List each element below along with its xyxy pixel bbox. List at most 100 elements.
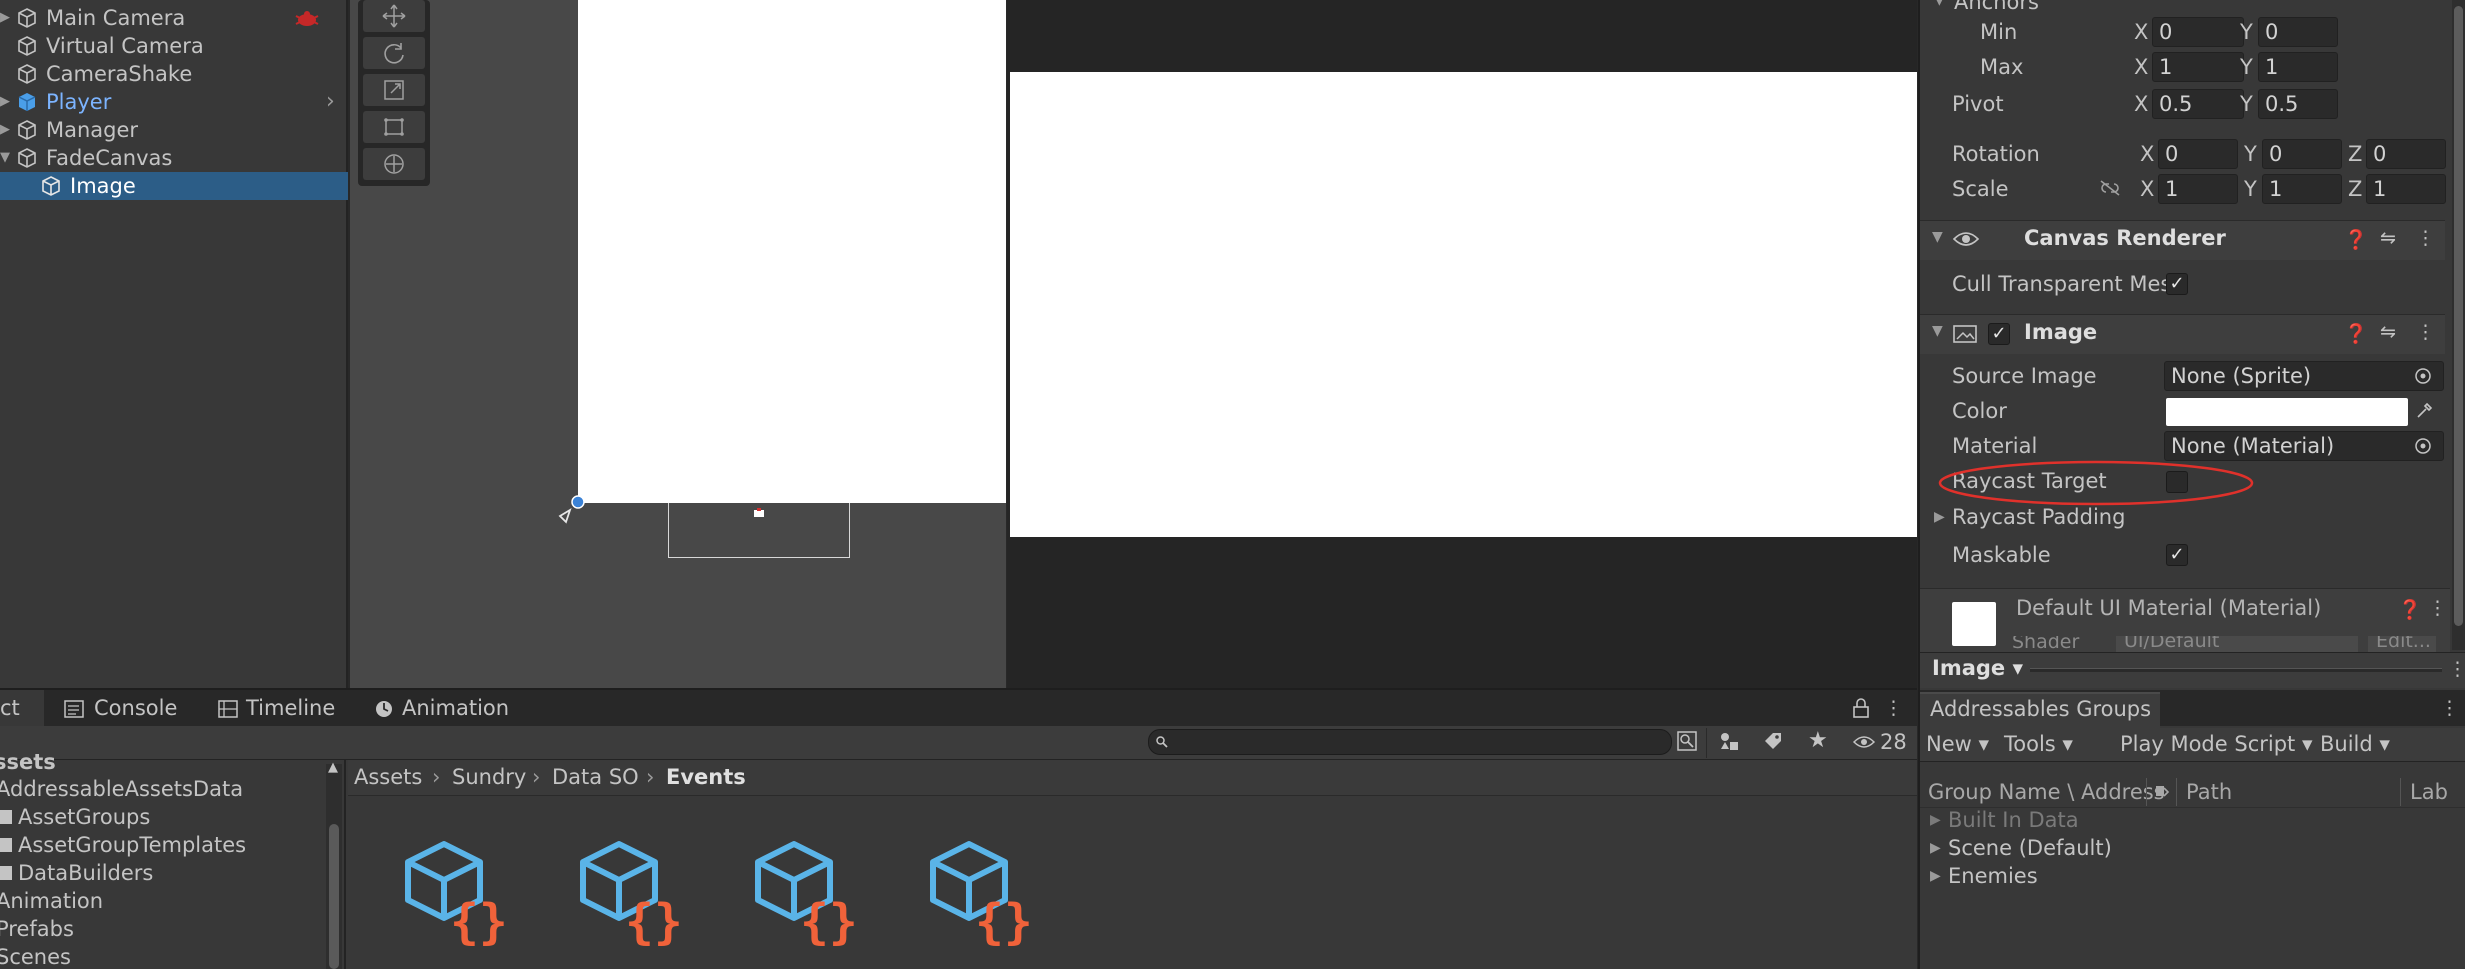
pivot-x-field[interactable]: 0.5 (2152, 89, 2244, 119)
tree-item-data-builders[interactable]: DataBuilders (18, 861, 153, 885)
lock-icon[interactable] (1852, 698, 1870, 718)
more-options-icon[interactable]: ⋮ (2440, 697, 2459, 719)
anchors-foldout-icon[interactable]: ▼ (1934, 0, 1945, 8)
rect-tool-button[interactable] (363, 111, 425, 143)
hierarchy-item-player[interactable]: ▶ Player › (0, 88, 348, 116)
tab-console[interactable]: Console (94, 690, 177, 726)
help-icon[interactable]: ❓ (2344, 228, 2368, 251)
pivot-handle-icon[interactable] (556, 492, 588, 524)
more-options-icon[interactable]: ⋮ (2448, 658, 2465, 680)
object-picker-icon[interactable] (2414, 437, 2432, 455)
preview-resize-handle[interactable] (2030, 668, 2442, 672)
hierarchy-item-manager[interactable]: ▶ Manager (0, 116, 348, 144)
breadcrumb-sundry[interactable]: Sundry (452, 765, 526, 789)
group-enemies[interactable]: Enemies (1948, 864, 2038, 888)
help-icon[interactable]: ❓ (2398, 598, 2422, 621)
color-swatch[interactable] (2166, 398, 2408, 426)
tab-timeline[interactable]: Timeline (246, 690, 335, 726)
tools-dropdown[interactable]: Tools ▾ (2004, 732, 2073, 756)
preview-dropdown[interactable]: Image ▾ (1932, 656, 2023, 680)
pivot-y-field[interactable]: 0.5 (2258, 89, 2338, 119)
scriptable-object-asset-icon[interactable]: {} (925, 838, 1037, 948)
more-options-icon[interactable]: ⋮ (1884, 697, 1903, 719)
scriptable-object-asset-icon[interactable]: {} (400, 838, 512, 948)
search-by-type-icon[interactable] (1676, 730, 1698, 752)
favorites-star-icon[interactable]: ★ (1808, 728, 1828, 753)
expand-arrow-icon[interactable]: ▶ (1930, 840, 1941, 856)
move-tool-button[interactable] (363, 0, 425, 32)
tree-item-prefabs[interactable]: Prefabs (0, 917, 74, 941)
presets-icon[interactable]: ⇋ (2380, 227, 2396, 249)
anchor-max-y-field[interactable]: 1 (2258, 52, 2338, 82)
help-icon[interactable]: ❓ (2344, 322, 2368, 345)
cull-transparent-checkbox[interactable]: ✓ (2166, 273, 2188, 295)
tab-project[interactable]: ct (0, 690, 20, 726)
hierarchy-item-main-camera[interactable]: ▶ Main Camera (0, 4, 348, 32)
tree-item-asset-group-templates[interactable]: AssetGroupTemplates (18, 833, 246, 857)
tree-item-animation[interactable]: Animation (0, 889, 103, 913)
rotate-tool-button[interactable] (363, 37, 425, 69)
source-image-field[interactable]: None (Sprite) (2164, 361, 2444, 391)
edit-shader-button[interactable]: Edit... (2368, 636, 2436, 652)
breadcrumb-data-so[interactable]: Data SO (552, 765, 639, 789)
anchor-min-y-field[interactable]: 0 (2258, 17, 2338, 47)
new-dropdown[interactable]: New ▾ (1926, 732, 1989, 756)
hidden-packages-eye-icon[interactable] (1852, 734, 1876, 750)
material-field[interactable]: None (Material) (2164, 431, 2444, 461)
scroll-up-arrow-icon[interactable]: ▲ (328, 760, 338, 775)
column-divider[interactable] (2400, 778, 2401, 806)
maskable-checkbox[interactable]: ✓ (2166, 544, 2188, 566)
rotation-z-field[interactable]: 0 (2366, 139, 2446, 169)
collapse-arrow-icon[interactable]: ▼ (0, 144, 12, 172)
anchor-max-x-field[interactable]: 1 (2152, 52, 2244, 82)
scale-z-field[interactable]: 1 (2366, 174, 2446, 204)
foldout-arrow-icon[interactable]: ▶ (1934, 509, 1945, 525)
expand-arrow-icon[interactable]: ▶ (0, 4, 12, 32)
scale-y-field[interactable]: 1 (2262, 174, 2342, 204)
column-divider[interactable] (2146, 778, 2147, 806)
transform-tool-button[interactable] (363, 148, 425, 180)
chevron-right-icon[interactable]: › (326, 88, 335, 116)
expand-arrow-icon[interactable]: ▶ (0, 88, 12, 116)
tree-item-scenes[interactable]: Scenes (0, 945, 71, 969)
filter-by-label-icon[interactable] (1762, 730, 1784, 752)
more-options-icon[interactable]: ⋮ (2416, 227, 2435, 249)
hierarchy-item-virtual-camera[interactable]: Virtual Camera (0, 32, 348, 60)
breadcrumb-events[interactable]: Events (666, 765, 746, 789)
scale-tool-button[interactable] (363, 74, 425, 106)
build-dropdown[interactable]: Build ▾ (2320, 732, 2390, 756)
raycast-padding-label[interactable]: Raycast Padding (1952, 505, 2125, 529)
tab-animation[interactable]: Animation (402, 690, 509, 726)
more-options-icon[interactable]: ⋮ (2416, 321, 2435, 343)
hierarchy-item-image[interactable]: Image (0, 172, 348, 200)
column-group-name[interactable]: Group Name \ Address (1928, 780, 2165, 804)
more-options-icon[interactable]: ⋮ (2428, 597, 2447, 619)
scrollbar-thumb[interactable] (329, 824, 339, 969)
scrollbar-thumb[interactable] (2454, 6, 2463, 626)
eyedropper-icon[interactable] (2414, 401, 2434, 421)
tree-item-asset-groups[interactable]: AssetGroups (18, 805, 150, 829)
anchor-min-x-field[interactable]: 0 (2152, 17, 2244, 47)
scriptable-object-asset-icon[interactable]: {} (750, 838, 862, 948)
breadcrumb-assets[interactable]: Assets (354, 765, 422, 789)
column-path[interactable]: Path (2186, 780, 2232, 804)
tree-item-assets[interactable]: ssets (0, 750, 56, 774)
presets-icon[interactable]: ⇋ (2380, 321, 2396, 343)
image-enabled-checkbox[interactable]: ✓ (1988, 323, 2010, 345)
tree-item-addressable-assets-data[interactable]: AddressableAssetsData (0, 777, 243, 801)
expand-arrow-icon[interactable]: ▶ (1930, 868, 1941, 884)
hierarchy-item-camera-shake[interactable]: CameraShake (0, 60, 348, 88)
group-built-in-data[interactable]: Built In Data (1948, 808, 2079, 832)
scale-x-field[interactable]: 1 (2158, 174, 2238, 204)
foldout-arrow-icon[interactable]: ▼ (1932, 323, 1943, 339)
hierarchy-item-fade-canvas[interactable]: ▼ FadeCanvas (0, 144, 348, 172)
tree-scrollbar[interactable] (326, 764, 342, 969)
project-search-input[interactable] (1148, 729, 1672, 755)
shader-dropdown[interactable]: UI/Default (2116, 636, 2358, 652)
constrain-proportions-icon[interactable] (2098, 178, 2122, 198)
rotation-y-field[interactable]: 0 (2262, 139, 2342, 169)
expand-arrow-icon[interactable]: ▶ (1930, 812, 1941, 828)
group-scene-default[interactable]: Scene (Default) (1948, 836, 2112, 860)
object-picker-icon[interactable] (2414, 367, 2432, 385)
inspector-scrollbar[interactable] (2452, 0, 2465, 650)
